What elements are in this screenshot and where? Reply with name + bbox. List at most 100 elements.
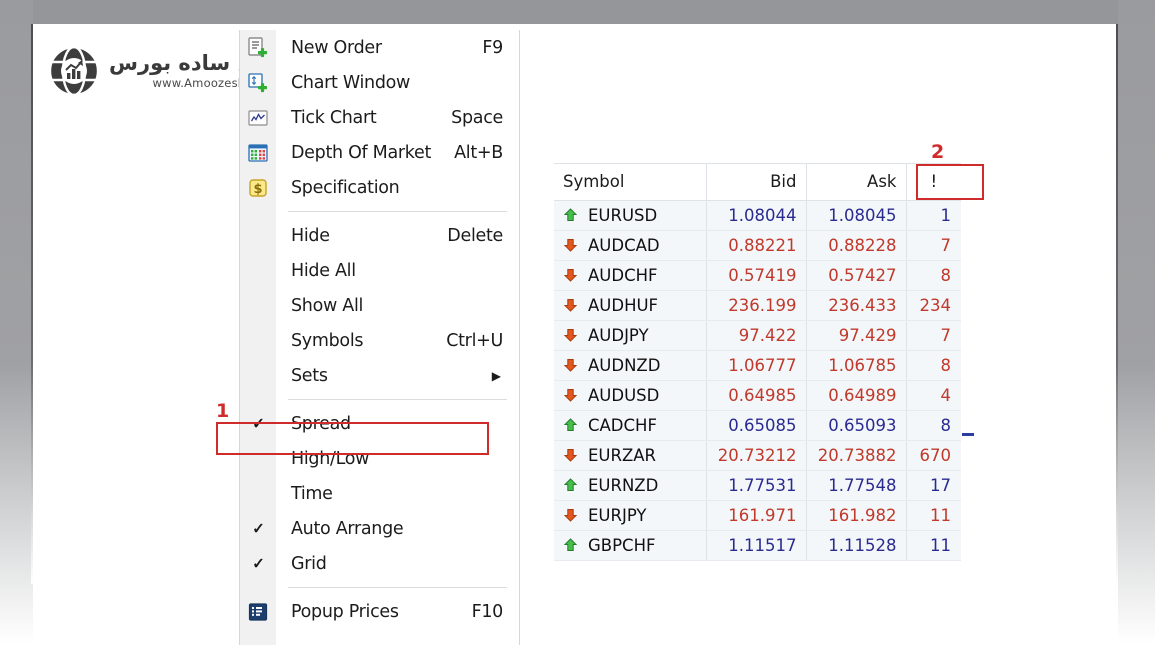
cell-bid: 236.199 [706, 290, 806, 320]
cell-bid: 0.64985 [706, 380, 806, 410]
arrow-down-icon [563, 448, 578, 463]
resize-cursor-marker [962, 433, 974, 436]
menu-item-auto-arrange[interactable]: ✓ Auto Arrange [240, 511, 519, 546]
cell-symbol: AUDHUF [588, 296, 658, 315]
menu-item-label: Popup Prices [291, 602, 399, 622]
menu-item-time[interactable]: Time [240, 476, 519, 511]
menu-item-shortcut: Delete [447, 226, 503, 246]
menu-item-hide-all[interactable]: Hide All [240, 253, 519, 288]
menu-item-tick-chart[interactable]: Tick Chart Space [240, 100, 519, 135]
table-footer-strip [554, 561, 961, 574]
frame-edge-left [31, 24, 33, 584]
screenshot-root: آموزش ساده بورس www.Amoozesh-Boors.com N… [0, 0, 1155, 663]
arrow-down-icon [563, 508, 578, 523]
table-row[interactable]: AUDNZD 1.06777 1.06785 8 [554, 350, 961, 380]
arrow-up-icon [563, 418, 578, 433]
menu-item-popup-prices[interactable]: Popup Prices F10 [240, 594, 519, 629]
frame-band-left [0, 0, 33, 663]
cell-ask: 0.57427 [806, 260, 906, 290]
column-header-spread[interactable]: ! [906, 164, 961, 200]
table-header-row: Symbol Bid Ask ! [554, 164, 961, 200]
table-row[interactable]: CADCHF 0.65085 0.65093 8 [554, 410, 961, 440]
cell-spread: 17 [906, 470, 961, 500]
tick-chart-icon [245, 105, 271, 131]
cell-spread: 11 [906, 530, 961, 560]
column-header-bid[interactable]: Bid [706, 164, 806, 200]
cell-symbol: EURNZD [588, 476, 658, 495]
table-row[interactable]: AUDUSD 0.64985 0.64989 4 [554, 380, 961, 410]
cell-spread: 7 [906, 230, 961, 260]
menu-item-symbols[interactable]: Symbols Ctrl+U [240, 323, 519, 358]
arrow-down-icon [563, 358, 578, 373]
menu-separator [288, 211, 507, 212]
menu-item-specification[interactable]: $ Specification [240, 170, 519, 205]
cell-symbol: AUDCAD [588, 236, 660, 255]
menu-item-label: Chart Window [291, 73, 410, 93]
cell-bid: 20.73212 [706, 440, 806, 470]
menu-item-shortcut: F10 [472, 602, 503, 622]
arrow-down-icon [563, 328, 578, 343]
cell-ask: 0.65093 [806, 410, 906, 440]
table-row[interactable]: AUDCHF 0.57419 0.57427 8 [554, 260, 961, 290]
depth-of-market-icon [245, 140, 271, 166]
cell-spread: 234 [906, 290, 961, 320]
cell-ask: 1.06785 [806, 350, 906, 380]
table-row[interactable]: AUDHUF 236.199 236.433 234 [554, 290, 961, 320]
specification-icon: $ [245, 175, 271, 201]
cell-ask: 161.982 [806, 500, 906, 530]
menu-item-hide[interactable]: Hide Delete [240, 218, 519, 253]
menu-item-show-all[interactable]: Show All [240, 288, 519, 323]
market-watch-context-menu[interactable]: New Order F9 Chart Window [239, 30, 520, 645]
cell-spread: 8 [906, 260, 961, 290]
cell-ask: 0.88228 [806, 230, 906, 260]
cell-symbol: AUDCHF [588, 266, 658, 285]
cell-ask: 1.08045 [806, 200, 906, 230]
quotes-table-body: EURUSD 1.08044 1.08045 1 AUDCAD 0.88221 … [554, 200, 961, 560]
menu-item-depth-of-market[interactable]: Depth Of Market Alt+B [240, 135, 519, 170]
menu-item-shortcut: F9 [482, 38, 503, 58]
menu-item-label: Hide [291, 226, 330, 246]
table-row[interactable]: EURZAR 20.73212 20.73882 670 [554, 440, 961, 470]
new-order-icon [245, 35, 271, 61]
table-row[interactable]: EURJPY 161.971 161.982 11 [554, 500, 961, 530]
column-header-symbol[interactable]: Symbol [554, 164, 706, 200]
table-row[interactable]: EURUSD 1.08044 1.08045 1 [554, 200, 961, 230]
quotes-table: Symbol Bid Ask ! EURUSD 1.08044 1.08045 … [554, 164, 961, 561]
menu-item-shortcut: Ctrl+U [446, 331, 503, 351]
column-header-ask[interactable]: Ask [806, 164, 906, 200]
menu-item-label: Time [291, 484, 333, 504]
menu-item-sets[interactable]: Sets ▶ [240, 358, 519, 393]
menu-item-spread[interactable]: ✓ Spread [240, 406, 519, 441]
annotation-callout-1: 1 [216, 400, 229, 422]
cell-bid: 1.06777 [706, 350, 806, 380]
frame-band-right [1118, 0, 1155, 663]
table-row[interactable]: GBPCHF 1.11517 1.11528 11 [554, 530, 961, 560]
menu-item-high-low[interactable]: High/Low [240, 441, 519, 476]
menu-item-new-order[interactable]: New Order F9 [240, 30, 519, 65]
cell-ask: 97.429 [806, 320, 906, 350]
cell-spread: 670 [906, 440, 961, 470]
table-row[interactable]: AUDCAD 0.88221 0.88228 7 [554, 230, 961, 260]
menu-item-label: High/Low [291, 449, 369, 469]
cell-symbol: AUDNZD [588, 356, 660, 375]
cell-spread: 8 [906, 350, 961, 380]
menu-item-label: Sets [291, 366, 328, 386]
cell-spread: 1 [906, 200, 961, 230]
cell-symbol: EURUSD [588, 206, 657, 225]
market-watch-table[interactable]: Symbol Bid Ask ! EURUSD 1.08044 1.08045 … [554, 163, 961, 574]
cell-bid: 97.422 [706, 320, 806, 350]
annotation-callout-2: 2 [931, 141, 944, 163]
table-row[interactable]: AUDJPY 97.422 97.429 7 [554, 320, 961, 350]
cell-symbol: AUDUSD [588, 386, 659, 405]
cell-bid: 1.11517 [706, 530, 806, 560]
cell-symbol: AUDJPY [588, 326, 649, 345]
checkmark-icon: ✓ [250, 555, 267, 572]
menu-item-shortcut: Alt+B [454, 143, 503, 163]
svg-text:$: $ [253, 182, 262, 197]
table-row[interactable]: EURNZD 1.77531 1.77548 17 [554, 470, 961, 500]
cell-ask: 236.433 [806, 290, 906, 320]
submenu-arrow-icon: ▶ [492, 369, 501, 383]
menu-item-grid[interactable]: ✓ Grid [240, 546, 519, 581]
cell-spread: 4 [906, 380, 961, 410]
menu-item-chart-window[interactable]: Chart Window [240, 65, 519, 100]
